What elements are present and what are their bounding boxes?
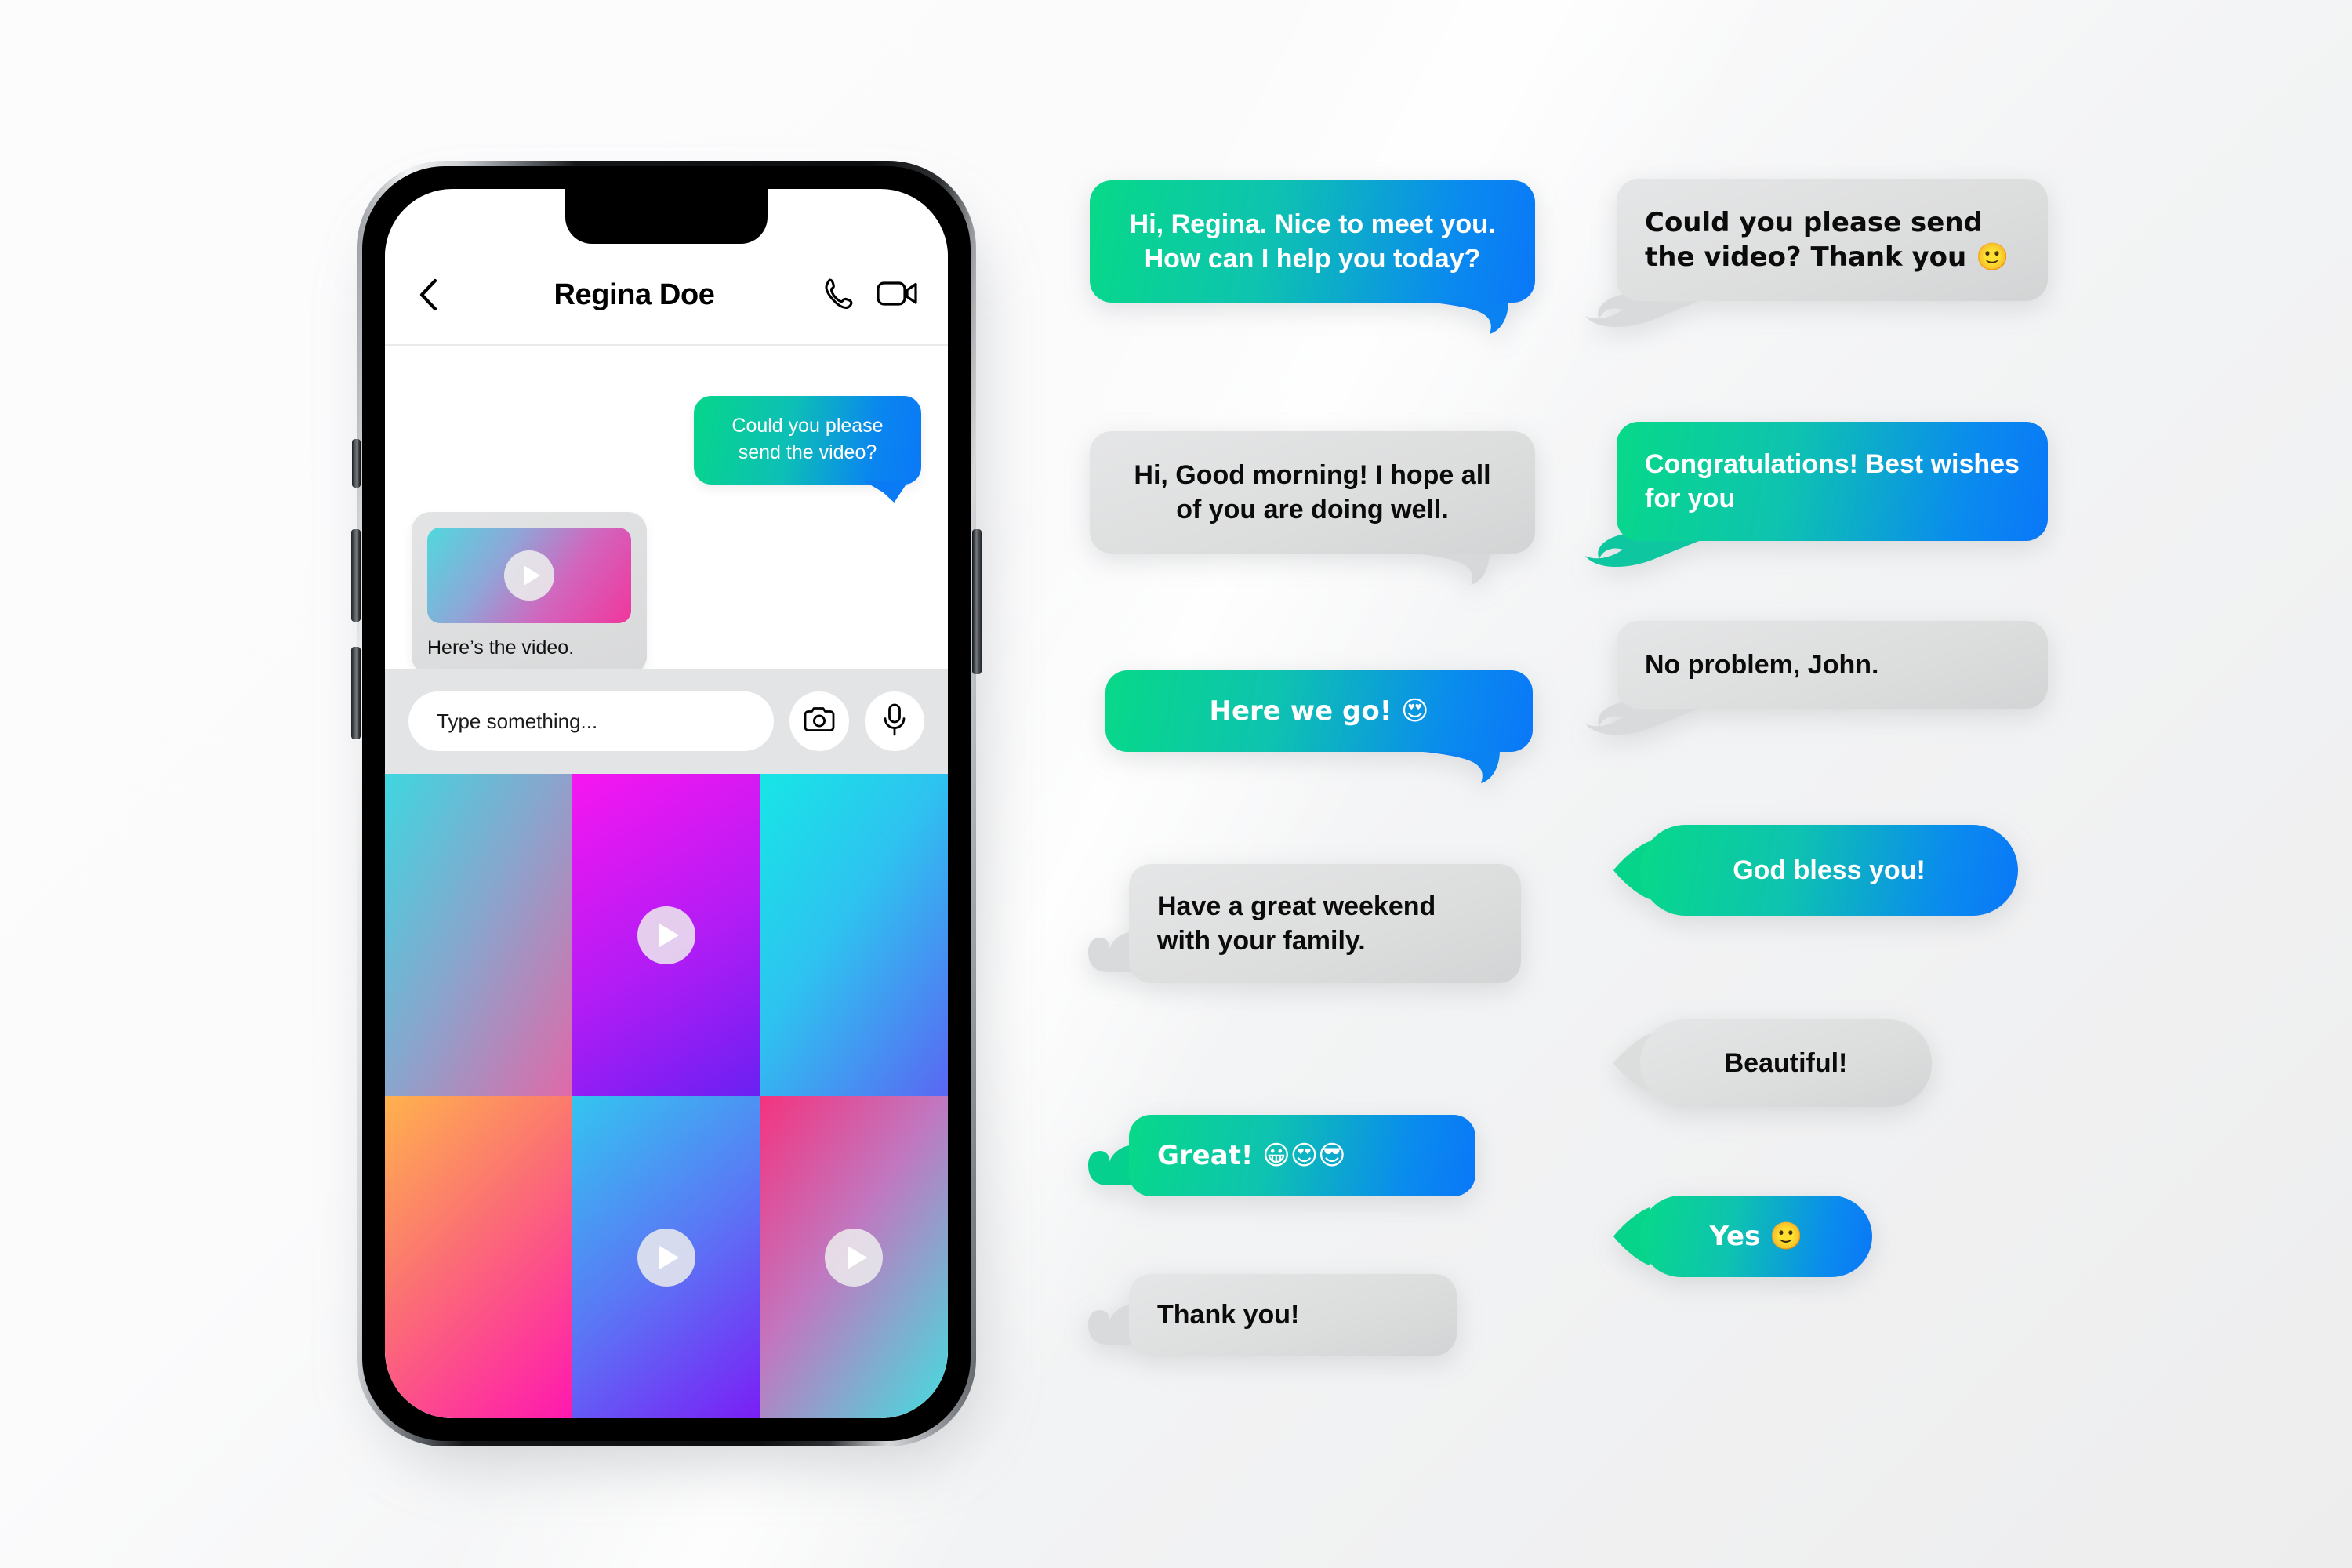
- chat-bubble-incoming[interactable]: Hi, Good morning! I hope all of you are …: [1090, 431, 1535, 586]
- display-notch: [565, 189, 768, 244]
- media-grid[interactable]: [385, 774, 948, 1418]
- phone-icon[interactable]: [819, 274, 857, 316]
- bubble-column-right: Could you please send the video? Thank y…: [1585, 157, 2101, 1529]
- chat-bubble-text: Here we go! 😍: [1105, 670, 1533, 753]
- camera-icon: [803, 706, 836, 738]
- power-button[interactable]: [972, 529, 982, 674]
- phone-message-text: Here’s the video.: [427, 637, 575, 659]
- chat-bubble-outgoing[interactable]: Hi, Regina. Nice to meet you. How can I …: [1090, 180, 1535, 335]
- chat-bubble-text: Hi, Good morning! I hope all of you are …: [1090, 431, 1535, 554]
- media-grid-cell[interactable]: [572, 1096, 760, 1418]
- chat-bubble-outgoing[interactable]: Great! 😀😍😎: [1088, 1113, 1475, 1197]
- media-grid-cell[interactable]: [760, 774, 948, 1096]
- media-grid-cell[interactable]: [385, 774, 573, 1096]
- chat-bubble-incoming[interactable]: Could you please send the video? Thank y…: [1585, 179, 2048, 328]
- chat-bubble-outgoing[interactable]: Yes 🙂: [1613, 1196, 1872, 1278]
- chat-bubble-outgoing[interactable]: Here we go! 😍: [1105, 670, 1533, 784]
- chat-bubble-text: No problem, John.: [1617, 621, 2048, 710]
- chat-bubble-text: Yes 🙂: [1640, 1196, 1872, 1278]
- phone-mockup: Regina Doe Could you please send the vid…: [345, 161, 988, 1462]
- camera-button[interactable]: [789, 691, 849, 751]
- header-actions: [819, 274, 920, 316]
- play-icon[interactable]: [825, 1228, 884, 1287]
- phone-message-incoming-video[interactable]: Here’s the video.: [412, 512, 647, 675]
- media-grid-cell[interactable]: [385, 1096, 573, 1418]
- phone-body: Regina Doe Could you please send the vid…: [351, 161, 982, 1446]
- chat-bubble-text: Great! 😀😍😎: [1129, 1115, 1475, 1197]
- chat-bubble-outgoing[interactable]: God bless you!: [1613, 825, 2018, 916]
- volume-down-button[interactable]: [351, 647, 361, 739]
- video-thumbnail[interactable]: [427, 528, 631, 623]
- chat-bubble-outgoing[interactable]: Congratulations! Best wishes for you: [1585, 422, 2048, 568]
- media-grid-cell[interactable]: [572, 774, 760, 1096]
- chat-bubble-text: Could you please send the video? Thank y…: [1617, 179, 2048, 302]
- chat-contact-name: Regina Doe: [554, 278, 715, 311]
- phone-screen: Regina Doe Could you please send the vid…: [385, 189, 948, 1418]
- chat-bubble-incoming[interactable]: No problem, John.: [1585, 621, 2048, 735]
- bubble-column-left: Hi, Regina. Nice to meet you. How can I …: [1082, 157, 1584, 1529]
- microphone-button[interactable]: [865, 691, 924, 751]
- message-input-field[interactable]: Type something...: [408, 691, 774, 751]
- media-grid-cell[interactable]: [760, 1096, 948, 1418]
- play-icon[interactable]: [504, 550, 554, 601]
- chat-bubble-text: Beautiful!: [1640, 1019, 1932, 1108]
- play-icon[interactable]: [637, 906, 695, 964]
- chat-bubble-incoming[interactable]: Have a great weekend with your family.: [1088, 864, 1521, 984]
- chat-bubble-text: Have a great weekend with your family.: [1129, 864, 1521, 984]
- volume-up-button[interactable]: [351, 529, 361, 622]
- phone-message-outgoing[interactable]: Could you please send the video?: [694, 396, 921, 485]
- chat-header: Regina Doe: [385, 245, 948, 346]
- chat-bubble-text: God bless you!: [1640, 825, 2018, 916]
- chat-bubble-incoming[interactable]: Beautiful!: [1613, 1019, 1932, 1108]
- chevron-left-icon[interactable]: [413, 277, 445, 313]
- phone-bezel: Regina Doe Could you please send the vid…: [362, 166, 971, 1441]
- message-input-placeholder: Type something...: [437, 709, 598, 733]
- mute-switch-button[interactable]: [352, 439, 361, 488]
- chat-bubble-incoming[interactable]: Thank you!: [1088, 1272, 1457, 1356]
- play-icon[interactable]: [637, 1228, 695, 1287]
- microphone-icon: [881, 703, 908, 740]
- message-input-bar: Type something...: [385, 669, 948, 774]
- chat-bubble-text: Congratulations! Best wishes for you: [1617, 422, 2048, 542]
- video-camera-icon[interactable]: [876, 276, 920, 314]
- phone-message-text: Could you please send the video?: [731, 415, 884, 463]
- chat-bubble-text: Thank you!: [1129, 1274, 1457, 1356]
- chat-bubble-text: Hi, Regina. Nice to meet you. How can I …: [1090, 180, 1535, 303]
